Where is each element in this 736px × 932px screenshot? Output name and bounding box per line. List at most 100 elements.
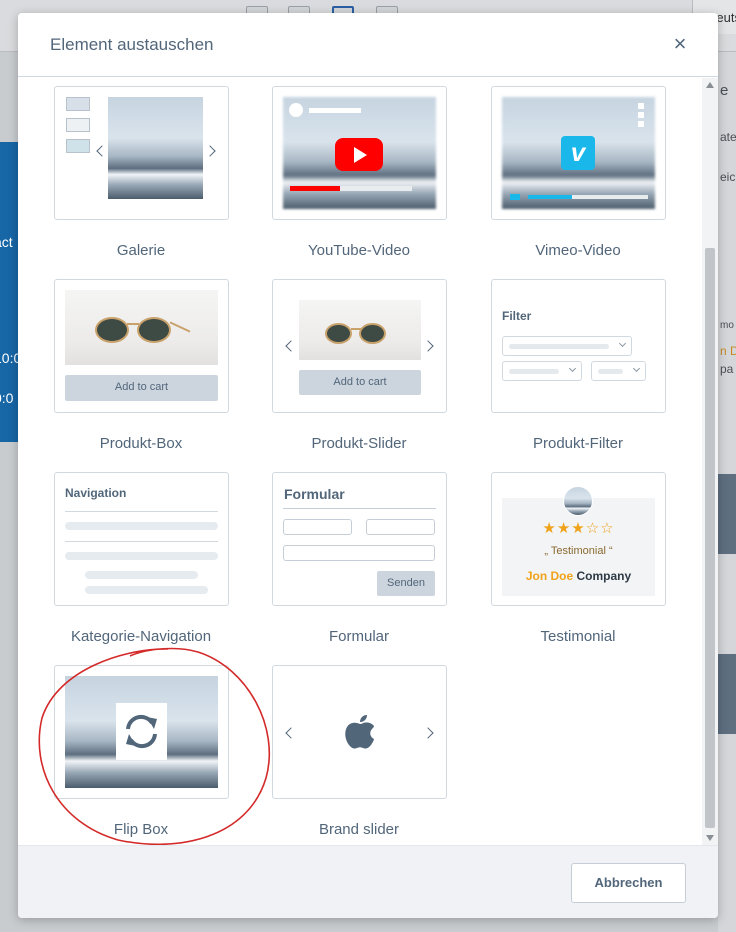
- apple-logo-icon: [345, 715, 374, 749]
- element-tile-testimonial[interactable]: ★★★☆☆ „ Testimonial “ Jon Doe Company: [491, 472, 666, 606]
- element-tile-vimeo[interactable]: v: [491, 86, 666, 220]
- background-text: e: [720, 82, 729, 99]
- element-tile-youtube[interactable]: [272, 86, 447, 220]
- star-rating: ★★★☆☆: [502, 519, 655, 537]
- gallery-thumb: [66, 139, 90, 153]
- background-thumbnail: [718, 654, 736, 734]
- tile-label: Brand slider: [318, 821, 400, 838]
- nav-subitem-placeholder: [85, 571, 198, 579]
- dialog-header: Element austauschen ×: [18, 13, 718, 77]
- background-text: ateg: [720, 130, 736, 144]
- youtube-play-icon: [335, 138, 383, 171]
- testimonial-author: Jon Doe: [525, 569, 574, 583]
- navigation-heading: Navigation: [65, 486, 127, 500]
- background-text: pa: [720, 362, 734, 376]
- nav-item-placeholder: [65, 552, 218, 560]
- element-grid: Galerie YouTube-Video v Vimeo-Video Add …: [18, 78, 718, 845]
- sunglasses-lens: [95, 317, 129, 343]
- chevron-down-icon: [568, 364, 577, 373]
- background-text: act: [0, 234, 13, 250]
- tile-label: Testimonial: [540, 628, 616, 645]
- chevron-left-icon: [285, 340, 297, 352]
- background-text: n D: [720, 344, 736, 358]
- product-image: [299, 300, 421, 360]
- sunglasses-lens: [137, 317, 171, 343]
- vimeo-logo-icon: v: [561, 136, 595, 170]
- gallery-thumb: [66, 118, 90, 132]
- chevron-down-icon: [632, 364, 641, 373]
- divider: [65, 541, 218, 542]
- dialog-footer: Abbrechen: [18, 845, 718, 918]
- element-tile-gallery[interactable]: [54, 86, 229, 220]
- divider: [65, 511, 218, 512]
- background-thumbnail: [718, 474, 736, 554]
- chevron-left-icon: [285, 727, 297, 739]
- nav-item-placeholder: [65, 522, 218, 530]
- background-text: mo: [720, 320, 734, 331]
- chevron-right-icon: [422, 340, 434, 352]
- cancel-button[interactable]: Abbrechen: [571, 863, 686, 903]
- testimonial-quote: „ Testimonial “: [544, 545, 613, 557]
- tile-label: Produkt-Filter: [532, 435, 624, 452]
- star-filled-icon: ★: [556, 520, 572, 537]
- element-tile-category-navigation[interactable]: Navigation: [54, 472, 229, 606]
- nav-subitem-placeholder: [85, 586, 208, 594]
- chevron-down-icon: [618, 339, 627, 348]
- video-controls-icon: [638, 103, 644, 127]
- tile-label: Formular: [328, 628, 389, 645]
- add-to-cart-button: Add to cart: [299, 370, 421, 395]
- filter-select: [502, 361, 582, 381]
- element-tile-product-box[interactable]: Add to cart: [54, 279, 229, 413]
- element-tile-product-filter[interactable]: Filter: [491, 279, 666, 413]
- progress-fill: [528, 195, 572, 199]
- element-tile-brand-slider[interactable]: [272, 665, 447, 799]
- chevron-right-icon: [204, 145, 216, 157]
- dialog-title: Element austauschen: [50, 35, 214, 54]
- scroll-down-icon[interactable]: [706, 835, 714, 841]
- video-title-bar: [309, 108, 361, 113]
- product-image: [65, 290, 218, 365]
- form-input-placeholder: [283, 519, 352, 535]
- tile-label: Kategorie-Navigation: [70, 628, 212, 645]
- sunglasses-bridge: [127, 323, 139, 325]
- background-text: 0:0: [0, 390, 14, 406]
- close-button[interactable]: ×: [668, 33, 692, 57]
- play-button: [510, 194, 520, 200]
- form-input-placeholder: [366, 519, 435, 535]
- star-empty-icon: ☆: [585, 520, 601, 537]
- tile-label: Galerie: [116, 242, 166, 259]
- scroll-up-icon[interactable]: [706, 82, 714, 88]
- channel-avatar: [289, 103, 303, 117]
- chevron-left-icon: [96, 145, 108, 157]
- tile-label: Produkt-Box: [99, 435, 183, 452]
- modal-scrollbar[interactable]: [702, 78, 718, 845]
- star-empty-icon: ☆: [600, 520, 615, 537]
- tile-label: Vimeo-Video: [535, 242, 621, 259]
- sunglasses-lens: [359, 323, 386, 344]
- element-tile-product-slider[interactable]: Add to cart: [272, 279, 447, 413]
- x-icon: ×: [673, 31, 687, 56]
- background-sidebar: e ateg eich mo n D pa: [718, 52, 736, 932]
- filter-select: [591, 361, 646, 381]
- progress-fill: [290, 186, 340, 191]
- background-text: eich: [720, 170, 736, 184]
- scrollbar-thumb[interactable]: [705, 248, 715, 828]
- element-tile-flip-box[interactable]: [54, 665, 229, 799]
- tile-label: YouTube-Video: [307, 242, 411, 259]
- element-tile-form[interactable]: Formular Senden: [272, 472, 447, 606]
- gallery-thumb: [66, 97, 90, 111]
- submit-button: Senden: [377, 571, 435, 596]
- form-heading: Formular: [284, 486, 345, 502]
- chevron-right-icon: [422, 727, 434, 739]
- divider: [283, 508, 436, 509]
- flip-icon-frame: [116, 703, 167, 760]
- sunglasses-bridge: [351, 328, 361, 330]
- tile-label: Produkt-Slider: [311, 435, 407, 452]
- mountain-image: [108, 97, 203, 199]
- form-input-placeholder: [283, 545, 435, 561]
- sunglasses-lens: [325, 323, 352, 344]
- filter-select: [502, 336, 632, 356]
- add-to-cart-button: Add to cart: [65, 375, 218, 401]
- refresh-icon: [126, 714, 157, 749]
- testimonial-author-line: Jon Doe Company: [502, 569, 655, 583]
